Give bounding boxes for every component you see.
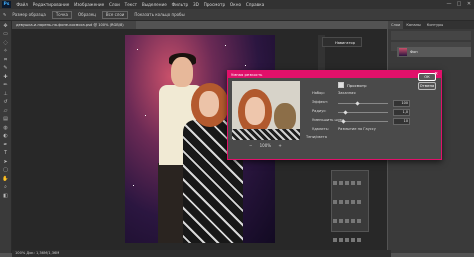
document-tab[interactable]: девушка-и-парень-на-фоне-космоса.psd @ 1… xyxy=(12,21,136,29)
menu-window[interactable]: Окно xyxy=(228,2,244,7)
crop-tool-icon[interactable]: ⌗ xyxy=(2,57,9,64)
dodge-tool-icon[interactable]: ◐ xyxy=(2,133,9,140)
lasso-tool-icon[interactable]: ◌ xyxy=(2,40,9,47)
menu-image[interactable]: Изображение xyxy=(72,2,107,7)
brushes-panel[interactable] xyxy=(331,170,369,242)
tab-channels[interactable]: Каналы xyxy=(403,21,423,29)
eyedropper-icon[interactable]: ✎ xyxy=(3,12,6,17)
sample-label: Образец xyxy=(77,12,96,17)
radius-label: Радиус: xyxy=(312,109,327,113)
remove-select[interactable]: Размытие по Гауссу xyxy=(338,127,376,131)
amount-label: Эффект: xyxy=(312,100,329,104)
dialog-title: Умная резкость xyxy=(231,72,263,77)
eraser-tool-icon[interactable]: ▱ xyxy=(2,108,9,115)
move-tool-icon[interactable]: ✥ xyxy=(2,23,9,30)
photoshop-logo: Ps xyxy=(2,1,11,8)
type-tool-icon[interactable]: T xyxy=(2,150,9,157)
shadows-highlights-toggle[interactable]: Тени/света xyxy=(306,135,327,139)
menu-3d[interactable]: 3D xyxy=(191,2,202,7)
man-figure-head xyxy=(171,57,193,87)
zoom-tool-icon[interactable]: ⌕ xyxy=(2,184,9,191)
radius-slider-knob[interactable] xyxy=(343,110,348,115)
zoom-level: 100% xyxy=(259,143,272,148)
preview-dress xyxy=(232,129,300,140)
menu-filter[interactable]: Фильтр xyxy=(169,2,190,7)
sample-size-select[interactable]: Точка xyxy=(51,10,72,19)
cancel-button[interactable]: Отмена xyxy=(418,82,436,90)
show-ring-checkbox[interactable]: Показать кольцо пробы xyxy=(134,12,184,17)
gradient-tool-icon[interactable]: ▤ xyxy=(2,116,9,123)
stamp-tool-icon[interactable]: ⊥ xyxy=(2,91,9,98)
preview-cat xyxy=(274,103,296,131)
noise-slider-knob[interactable] xyxy=(341,119,346,124)
preview-checkbox[interactable] xyxy=(338,82,344,88)
zoom-out-button[interactable]: − xyxy=(249,143,252,148)
navigator-panel[interactable]: Навигатор xyxy=(322,37,362,47)
layer-item[interactable]: Фон xyxy=(397,47,471,57)
brush-tool-icon[interactable]: ✏ xyxy=(2,82,9,89)
dialog-title-bar: Умная резкость ✕ xyxy=(228,71,441,78)
menu-bar: Ps Файл Редактирование Изображение Слои … xyxy=(0,0,474,9)
layers-filter-row[interactable] xyxy=(391,31,471,40)
preview-label: Просмотр xyxy=(347,82,367,88)
menu-file[interactable]: Файл xyxy=(14,2,30,7)
eyedropper-tool-icon[interactable]: ✎ xyxy=(2,65,9,72)
layer-name: Фон xyxy=(410,50,418,54)
menu-help[interactable]: Справка xyxy=(243,2,266,7)
status-bar: 100% Док: 1,36M/1,36M xyxy=(12,250,391,257)
noise-input[interactable]: 10 xyxy=(393,118,410,125)
sample-size-label: Размер образца xyxy=(12,12,46,17)
path-select-icon[interactable]: ➤ xyxy=(2,159,9,166)
layer-thumbnail xyxy=(399,48,407,56)
tab-layers[interactable]: Слои xyxy=(388,21,404,29)
menu-edit[interactable]: Редактирование xyxy=(30,2,71,7)
radius-input[interactable]: 1,0 xyxy=(393,109,410,116)
minimize-button[interactable]: — xyxy=(444,0,454,9)
amount-slider[interactable] xyxy=(338,103,388,104)
menu-type[interactable]: Текст xyxy=(122,2,139,7)
tools-panel: ✥ ▭ ◌ ✧ ⌗ ✎ ✚ ✏ ⊥ ↺ ▱ ▤ ◍ ◐ ✒ T ➤ ▢ ✋ ⌕ … xyxy=(0,21,12,253)
menu-view[interactable]: Просмотр xyxy=(201,2,227,7)
amount-input[interactable]: 100 xyxy=(393,100,410,107)
shape-tool-icon[interactable]: ▢ xyxy=(2,167,9,174)
options-bar: ✎ Размер образца Точка Образец Все слои … xyxy=(0,9,474,21)
healing-tool-icon[interactable]: ✚ xyxy=(2,74,9,81)
preview-checkbox-row[interactable]: Просмотр xyxy=(338,82,367,88)
color-swatches-icon[interactable]: ◧ xyxy=(2,193,9,200)
preset-select[interactable]: Заказная xyxy=(338,91,356,95)
menu-layers[interactable]: Слои xyxy=(107,2,123,7)
woman-figure-face xyxy=(199,91,219,117)
tab-paths[interactable]: Контуры xyxy=(424,21,446,29)
preview-pane[interactable] xyxy=(232,81,300,140)
maximize-button[interactable]: □ xyxy=(454,0,464,9)
zoom-controls: − 100% + xyxy=(246,143,285,148)
marquee-tool-icon[interactable]: ▭ xyxy=(2,31,9,38)
preset-label: Набор: xyxy=(312,91,325,95)
window-close-button[interactable]: ✕ xyxy=(464,0,474,9)
menu-select[interactable]: Выделение xyxy=(139,2,169,7)
smart-sharpen-dialog: Умная резкость ✕ − 100% + Просмотр Набор… xyxy=(227,70,442,160)
sample-select[interactable]: Все слои xyxy=(101,10,129,19)
preview-face xyxy=(245,97,265,125)
amount-slider-knob[interactable] xyxy=(355,101,360,106)
zoom-in-button[interactable]: + xyxy=(278,143,281,148)
pen-tool-icon[interactable]: ✒ xyxy=(2,142,9,149)
remove-label: Удалить: xyxy=(312,127,329,131)
history-brush-icon[interactable]: ↺ xyxy=(2,99,9,106)
ok-button[interactable]: ОК xyxy=(418,73,436,81)
hand-tool-icon[interactable]: ✋ xyxy=(2,176,9,183)
blur-tool-icon[interactable]: ◍ xyxy=(2,125,9,132)
quick-select-tool-icon[interactable]: ✧ xyxy=(2,48,9,55)
